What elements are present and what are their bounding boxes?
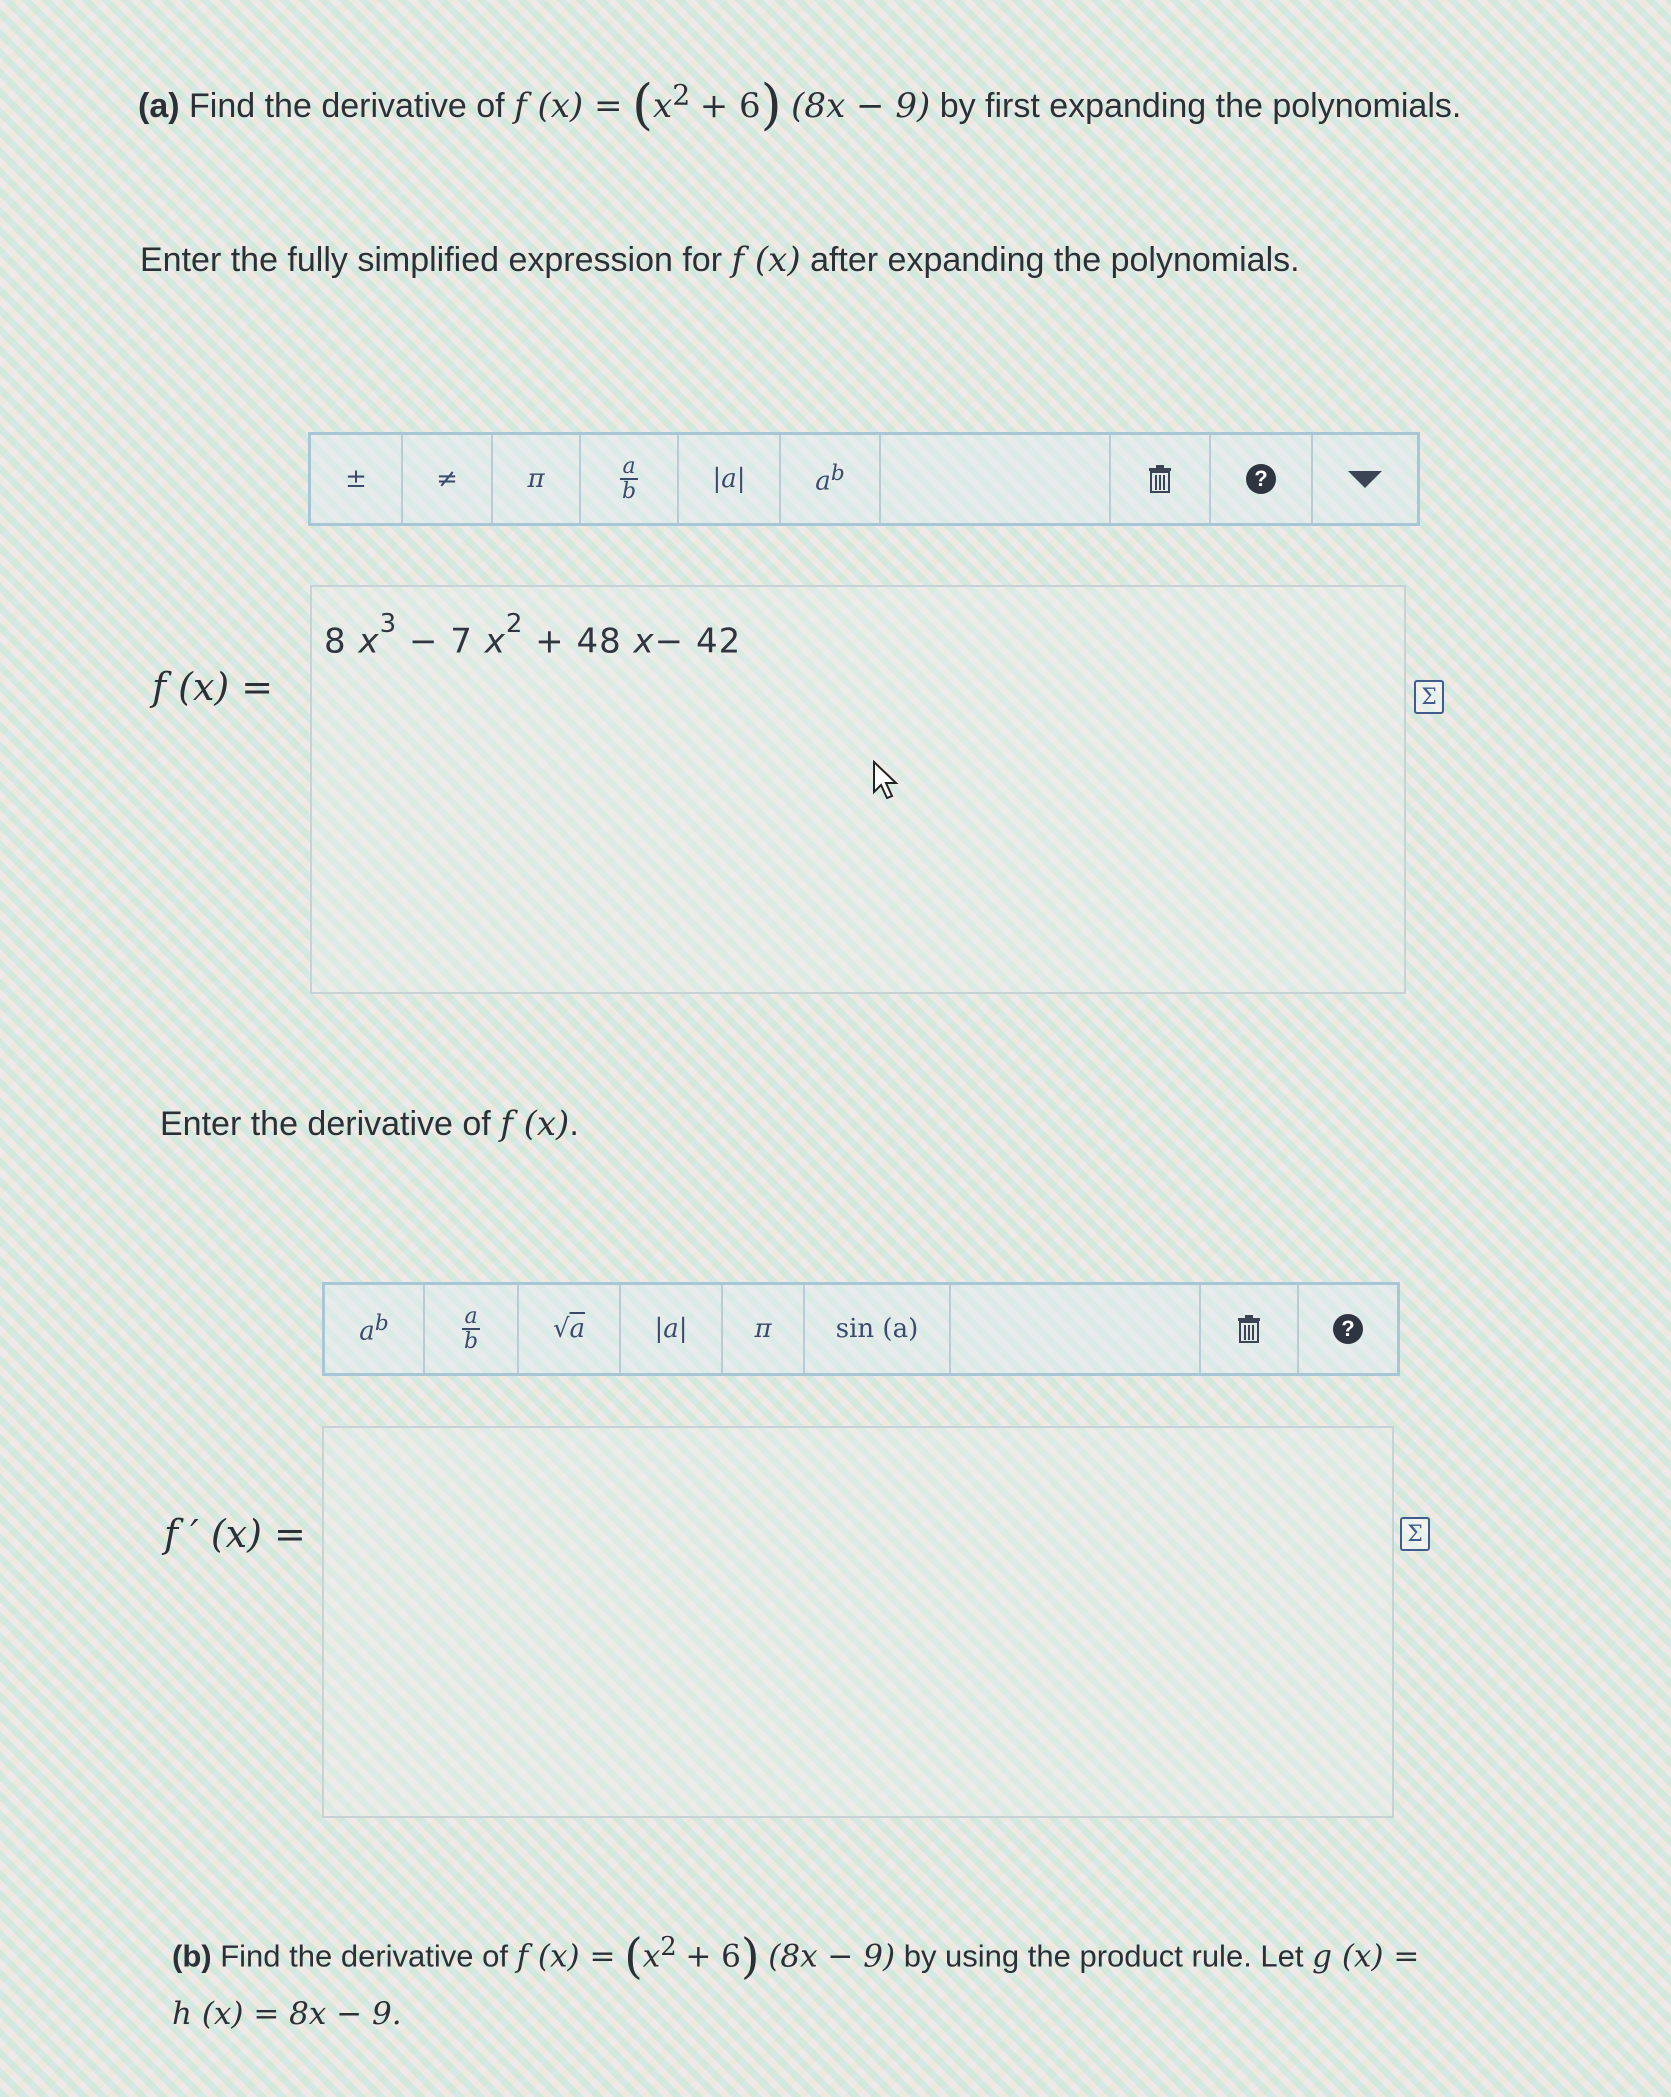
help-icon: ? — [1333, 1314, 1363, 1344]
pi-button[interactable]: π — [493, 435, 581, 523]
part-b-factor2: (8x − 9) — [768, 1938, 896, 1975]
toolbar-spacer — [881, 435, 1111, 523]
prompt-expand-text-after: after expanding the polynomials. — [810, 241, 1300, 279]
part-b-question: (b) Find the derivative of f (x) = (x2 +… — [172, 1928, 1420, 1985]
not-equal-icon: ≠ — [436, 464, 458, 494]
fraction-icon: ab — [462, 1303, 480, 1354]
trash-button[interactable] — [1111, 435, 1211, 523]
power-button[interactable]: ab — [781, 435, 881, 523]
absolute-value-icon: |a| — [654, 1314, 688, 1344]
fraction-button[interactable]: ab — [581, 435, 679, 523]
part-b-label: (b) — [172, 1938, 212, 1974]
math-toolbar-1: ± ≠ π ab |a| ab ? — [308, 432, 1420, 526]
part-b-function-lhs: f (x) = — [516, 1938, 616, 1975]
prompt-expand: Enter the fully simplified expression fo… — [140, 240, 1300, 280]
absolute-value-button-2[interactable]: |a| — [621, 1285, 723, 1373]
prompt-derivative-func: f (x) — [500, 1104, 570, 1144]
answer1-sigma-icon[interactable]: Σ — [1414, 680, 1444, 714]
help-button-2[interactable]: ? — [1299, 1285, 1397, 1373]
mouse-cursor-icon — [873, 760, 899, 800]
help-button[interactable]: ? — [1211, 435, 1313, 523]
square-root-icon: √a — [552, 1314, 586, 1344]
power-button-2[interactable]: ab — [325, 1285, 425, 1373]
trash-icon — [1149, 465, 1171, 493]
answer1-input[interactable]: 8 x3 − 7 x2 + 48 x− 42 — [310, 585, 1406, 994]
math-toolbar-2: ab ab √a |a| π sin (a) ? — [322, 1282, 1400, 1376]
prompt-expand-func: f (x) — [731, 240, 801, 280]
plus-minus-button[interactable]: ± — [311, 435, 403, 523]
absolute-value-icon: |a| — [712, 464, 746, 494]
trash-icon — [1238, 1315, 1260, 1343]
power-icon: ab — [359, 1311, 389, 1347]
help-icon: ? — [1246, 464, 1276, 494]
plus-minus-icon: ± — [345, 464, 367, 494]
sqrt-button[interactable]: √a — [519, 1285, 621, 1373]
fraction-icon: ab — [620, 453, 638, 504]
answer1-expression: 8 x3 − 7 x2 + 48 x− 42 — [324, 609, 742, 662]
part-a-factor1-var: x — [653, 86, 673, 126]
part-a-factor1-exp: 2 — [672, 78, 691, 112]
answer1-label: f (x) = — [152, 665, 274, 709]
dropdown-arrow-icon — [1348, 470, 1382, 488]
part-a-text: Find the derivative of — [189, 87, 505, 125]
sine-icon: sin (a) — [835, 1314, 919, 1344]
power-icon: ab — [815, 461, 845, 497]
pi-button-2[interactable]: π — [723, 1285, 805, 1373]
part-a-label: (a) — [138, 87, 180, 125]
prompt-expand-text: Enter the fully simplified expression fo… — [140, 241, 723, 279]
part-b-h-definition: h (x) = 8x − 9. — [172, 1996, 402, 2032]
prompt-derivative: Enter the derivative of f (x). — [160, 1104, 579, 1144]
part-a-factor2: (8x − 9) — [791, 86, 931, 126]
trash-button-2[interactable] — [1201, 1285, 1299, 1373]
pi-icon: π — [754, 1314, 772, 1344]
answer2-label: f ′ (x) = — [164, 1512, 306, 1556]
absolute-value-button[interactable]: |a| — [679, 435, 781, 523]
part-a-question: (a) Find the derivative of f (x) = (x2 +… — [138, 73, 1462, 136]
prompt-derivative-text: Enter the derivative of — [160, 1105, 491, 1143]
pi-icon: π — [527, 464, 545, 494]
sin-button[interactable]: sin (a) — [805, 1285, 951, 1373]
toolbar-spacer-2 — [951, 1285, 1201, 1373]
answer2-sigma-icon[interactable]: Σ — [1400, 1517, 1430, 1551]
toolbar-dropdown-button[interactable] — [1313, 435, 1417, 523]
answer2-input[interactable] — [322, 1426, 1394, 1818]
part-a-function-lhs: f (x) = — [514, 86, 623, 126]
part-b-g-definition: g (x) = — [1312, 1938, 1420, 1975]
fraction-button-2[interactable]: ab — [425, 1285, 519, 1373]
part-a-text-after: by first expanding the polynomials. — [939, 87, 1462, 125]
part-a-factor1-tail: + 6 — [699, 86, 761, 126]
part-b-text-after: by using the product rule. Let — [903, 1938, 1304, 1974]
part-b-text: Find the derivative of — [220, 1938, 508, 1974]
not-equal-button[interactable]: ≠ — [403, 435, 493, 523]
